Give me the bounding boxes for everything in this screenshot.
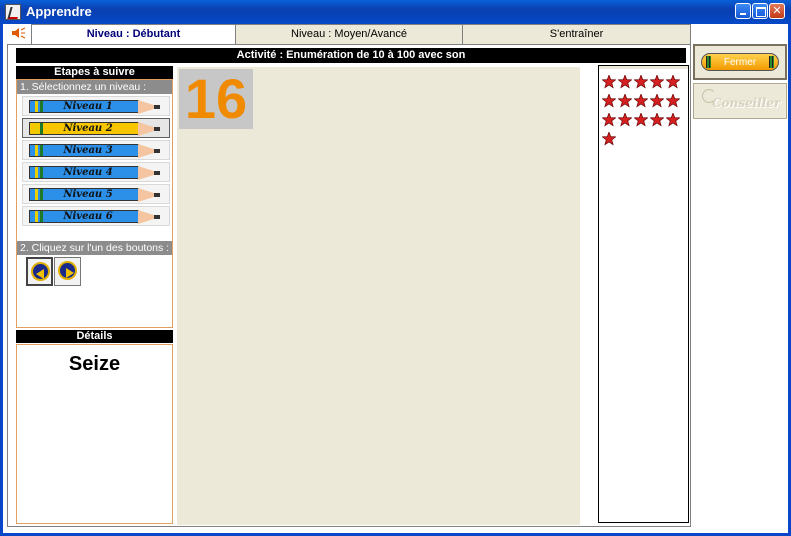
level-label: Niveau 4 <box>63 167 113 178</box>
level-1-button[interactable]: Niveau 1 <box>22 96 170 116</box>
star-icon <box>602 94 616 108</box>
star-icon <box>666 75 680 89</box>
conseiller-label: Conseiller <box>712 96 781 110</box>
number-display: 16 <box>179 69 253 129</box>
star-icon <box>650 75 664 89</box>
level-5-button[interactable]: Niveau 5 <box>22 184 170 204</box>
details-header: Détails <box>16 330 173 343</box>
tab-moyen-avance[interactable]: Niveau : Moyen/Avancé <box>234 24 464 44</box>
level-label: Niveau 6 <box>63 211 113 222</box>
fermer-button[interactable]: Fermer <box>693 44 787 80</box>
tab-panel: Activité : Enumération de 10 à 100 avec … <box>7 44 691 527</box>
step2-label: 2. Cliquez sur l'un des boutons : <box>17 241 172 255</box>
steps-header: Etapes à suivre <box>16 66 173 79</box>
level-label: Niveau 3 <box>63 145 113 156</box>
details-word: Seize <box>68 353 121 375</box>
pencil-icon: Fermer <box>701 53 779 71</box>
arrow-right-icon <box>58 261 77 280</box>
tab-label: Niveau : Moyen/Avancé <box>291 28 407 40</box>
star-icon <box>634 94 648 108</box>
fermer-label: Fermer <box>723 57 757 68</box>
star-icon <box>666 94 680 108</box>
level-label: Niveau 5 <box>63 189 113 200</box>
level-6-button[interactable]: Niveau 6 <box>22 206 170 226</box>
tab-label: Niveau : Débutant <box>86 28 181 40</box>
maximize-button[interactable] <box>752 3 768 19</box>
level-3-button[interactable]: Niveau 3 <box>22 140 170 160</box>
star-icon <box>666 113 680 127</box>
level-2-button[interactable]: Niveau 2 <box>22 118 170 138</box>
star-icon <box>602 75 616 89</box>
star-icon <box>634 113 648 127</box>
star-icon <box>634 75 648 89</box>
steps-panel: 1. Sélectionnez un niveau : Niveau 1 Niv… <box>16 79 173 328</box>
minimize-button[interactable] <box>735 3 751 19</box>
tab-debutant[interactable]: Niveau : Débutant <box>31 24 236 45</box>
tab-s-entrainer[interactable]: S'entraîner <box>462 24 691 44</box>
close-window-button[interactable]: ✕ <box>769 3 785 19</box>
window-title: Apprendre <box>26 4 92 19</box>
next-button[interactable] <box>54 257 81 286</box>
activity-title: Activité : Enumération de 10 à 100 avec … <box>16 48 686 63</box>
star-icon <box>602 113 616 127</box>
level-4-button[interactable]: Niveau 4 <box>22 162 170 182</box>
details-panel: Seize <box>16 344 173 524</box>
app-icon <box>5 4 21 20</box>
level-label: Niveau 2 <box>63 123 113 134</box>
previous-button[interactable] <box>26 257 53 286</box>
title-bar: Apprendre ✕ <box>0 0 791 24</box>
star-icon <box>602 132 616 146</box>
star-icon <box>618 113 632 127</box>
star-icon <box>650 94 664 108</box>
star-icon <box>618 94 632 108</box>
star-icon <box>650 113 664 127</box>
star-icon <box>618 75 632 89</box>
arrow-left-icon <box>31 262 50 281</box>
tab-strip: Niveau : Moyen/Avancé S'entraîner Niveau… <box>3 24 691 45</box>
main-display-area: 16 <box>177 67 580 525</box>
level-label: Niveau 1 <box>63 101 113 112</box>
tab-label: S'entraîner <box>549 28 604 40</box>
conseiller-button[interactable]: Conseiller <box>693 83 787 119</box>
stars-panel <box>598 65 689 523</box>
step1-label: 1. Sélectionnez un niveau : <box>17 80 172 94</box>
window-client-area: Niveau : Moyen/Avancé S'entraîner Niveau… <box>0 24 791 536</box>
close-icon: ✕ <box>772 5 782 17</box>
